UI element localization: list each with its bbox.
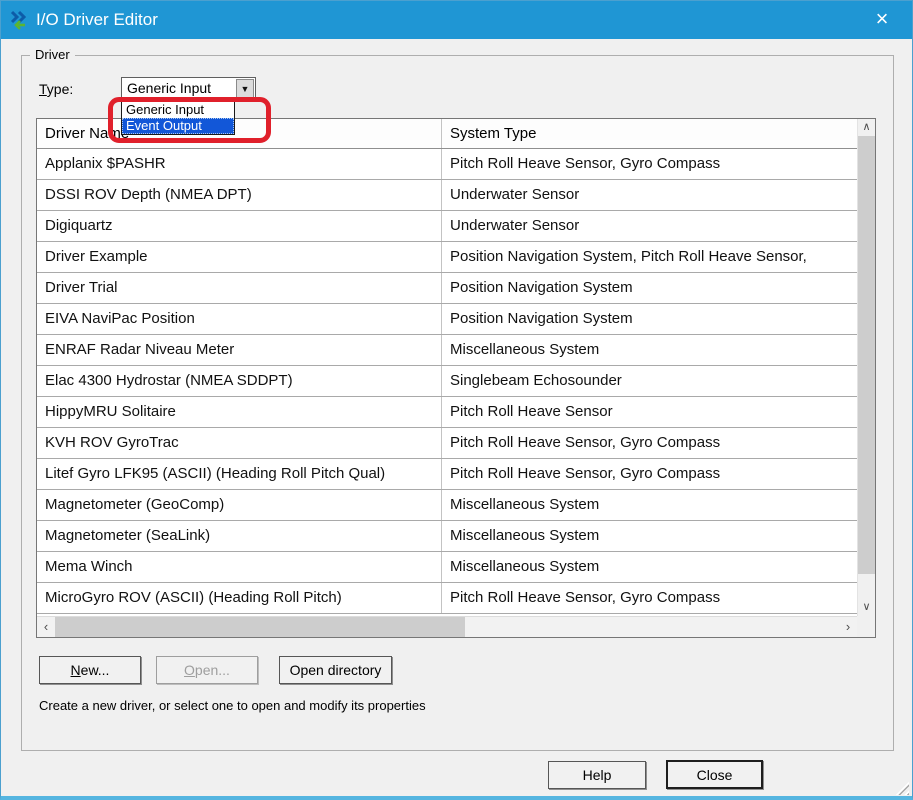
close-window-icon[interactable]: × — [864, 1, 900, 39]
driver-name-cell: Mema Winch — [37, 552, 441, 582]
driver-name-cell: ENRAF Radar Niveau Meter — [37, 335, 441, 365]
dropdown-option-generic-input[interactable]: Generic Input — [122, 102, 234, 118]
table-row[interactable]: Magnetometer (SeaLink)Miscellaneous Syst… — [37, 521, 857, 552]
table-row[interactable]: Applanix $PASHRPitch Roll Heave Sensor, … — [37, 149, 857, 180]
system-type-cell: Pitch Roll Heave Sensor, Gyro Compass — [441, 583, 857, 613]
open-directory-button-label: Open directory — [290, 662, 382, 678]
system-type-cell: Pitch Roll Heave Sensor, Gyro Compass — [441, 428, 857, 458]
column-header-system-type[interactable]: System Type — [441, 119, 857, 148]
driver-name-cell: DSSI ROV Depth (NMEA DPT) — [37, 180, 441, 210]
type-combobox-value: Generic Input — [127, 78, 211, 99]
open-button[interactable]: Open... — [156, 656, 258, 684]
system-type-cell: Pitch Roll Heave Sensor, Gyro Compass — [441, 149, 857, 179]
table-row[interactable]: MicroGyro ROV (ASCII) (Heading Roll Pitc… — [37, 583, 857, 614]
scroll-right-icon[interactable]: › — [839, 617, 857, 637]
table-row[interactable]: Magnetometer (GeoComp)Miscellaneous Syst… — [37, 490, 857, 521]
system-type-cell: Pitch Roll Heave Sensor, Gyro Compass — [441, 459, 857, 489]
table-row[interactable]: Driver TrialPosition Navigation System — [37, 273, 857, 304]
driver-name-cell: KVH ROV GyroTrac — [37, 428, 441, 458]
scrollbar-corner — [857, 616, 875, 637]
driver-name-cell: Driver Example — [37, 242, 441, 272]
system-type-cell: Miscellaneous System — [441, 335, 857, 365]
driver-name-cell: Digiquartz — [37, 211, 441, 241]
dropdown-option-event-output[interactable]: Event Output — [122, 118, 234, 134]
system-type-cell: Position Navigation System — [441, 273, 857, 303]
driver-table: Driver Name System Type Applanix $PASHRP… — [36, 118, 876, 638]
system-type-cell: Position Navigation System, Pitch Roll H… — [441, 242, 857, 272]
open-button-label: Open... — [184, 662, 230, 678]
table-row[interactable]: KVH ROV GyroTracPitch Roll Heave Sensor,… — [37, 428, 857, 459]
new-button[interactable]: New... — [39, 656, 141, 684]
open-directory-button[interactable]: Open directory — [279, 656, 392, 684]
driver-groupbox-label: Driver — [30, 47, 75, 62]
help-button[interactable]: Help — [548, 761, 646, 789]
scroll-down-icon[interactable]: ∨ — [858, 599, 875, 616]
table-row[interactable]: Elac 4300 Hydrostar (NMEA SDDPT)Singlebe… — [37, 366, 857, 397]
system-type-cell: Position Navigation System — [441, 304, 857, 334]
column-header-driver-name[interactable]: Driver Name — [37, 119, 441, 148]
vertical-scrollbar[interactable]: ∧ ∨ — [857, 119, 875, 616]
combobox-dropdown-arrow-icon[interactable]: ▼ — [236, 79, 254, 98]
system-type-cell: Singlebeam Echosounder — [441, 366, 857, 396]
driver-table-body: Applanix $PASHRPitch Roll Heave Sensor, … — [37, 149, 857, 616]
resize-grip[interactable] — [894, 780, 909, 795]
close-button-label: Close — [697, 767, 733, 783]
type-dropdown-list[interactable]: Generic InputEvent Output — [121, 101, 235, 135]
driver-name-cell: Magnetometer (SeaLink) — [37, 521, 441, 551]
table-row[interactable]: EIVA NaviPac PositionPosition Navigation… — [37, 304, 857, 335]
table-row[interactable]: Driver ExamplePosition Navigation System… — [37, 242, 857, 273]
driver-name-cell: EIVA NaviPac Position — [37, 304, 441, 334]
table-row[interactable]: DigiquartzUnderwater Sensor — [37, 211, 857, 242]
driver-name-cell: Magnetometer (GeoComp) — [37, 490, 441, 520]
system-type-cell: Miscellaneous System — [441, 521, 857, 551]
driver-name-cell: Driver Trial — [37, 273, 441, 303]
system-type-cell: Underwater Sensor — [441, 180, 857, 210]
io-driver-editor-dialog: I/O Driver Editor × Driver Type: Generic… — [0, 0, 913, 800]
system-type-cell: Underwater Sensor — [441, 211, 857, 241]
driver-name-cell: Elac 4300 Hydrostar (NMEA SDDPT) — [37, 366, 441, 396]
type-combobox[interactable]: Generic Input ▼ — [121, 77, 256, 100]
new-button-label: New... — [71, 662, 110, 678]
driver-name-cell: Applanix $PASHR — [37, 149, 441, 179]
vertical-scrollbar-thumb[interactable] — [858, 136, 875, 574]
driver-name-cell: Litef Gyro LFK95 (ASCII) (Heading Roll P… — [37, 459, 441, 489]
app-io-arrows-icon — [10, 10, 31, 30]
horizontal-scrollbar-thumb[interactable] — [55, 617, 465, 637]
table-row[interactable]: DSSI ROV Depth (NMEA DPT)Underwater Sens… — [37, 180, 857, 211]
system-type-cell: Miscellaneous System — [441, 490, 857, 520]
window-title: I/O Driver Editor — [36, 1, 158, 39]
table-row[interactable]: Mema WinchMiscellaneous System — [37, 552, 857, 583]
scroll-left-icon[interactable]: ‹ — [37, 617, 55, 637]
table-row[interactable]: Litef Gyro LFK95 (ASCII) (Heading Roll P… — [37, 459, 857, 490]
type-label-text: Type: — [39, 81, 73, 97]
driver-name-cell: MicroGyro ROV (ASCII) (Heading Roll Pitc… — [37, 583, 441, 613]
table-row[interactable]: ENRAF Radar Niveau MeterMiscellaneous Sy… — [37, 335, 857, 366]
system-type-cell: Pitch Roll Heave Sensor — [441, 397, 857, 427]
type-label: Type: — [39, 81, 73, 97]
close-button[interactable]: Close — [666, 760, 763, 789]
titlebar[interactable]: I/O Driver Editor × — [1, 1, 912, 39]
hint-text: Create a new driver, or select one to op… — [39, 698, 426, 713]
table-row[interactable]: HippyMRU SolitairePitch Roll Heave Senso… — [37, 397, 857, 428]
driver-name-cell: HippyMRU Solitaire — [37, 397, 441, 427]
help-button-label: Help — [583, 767, 612, 783]
system-type-cell: Miscellaneous System — [441, 552, 857, 582]
horizontal-scrollbar[interactable]: ‹ › — [37, 616, 857, 637]
scroll-up-icon[interactable]: ∧ — [858, 119, 875, 136]
